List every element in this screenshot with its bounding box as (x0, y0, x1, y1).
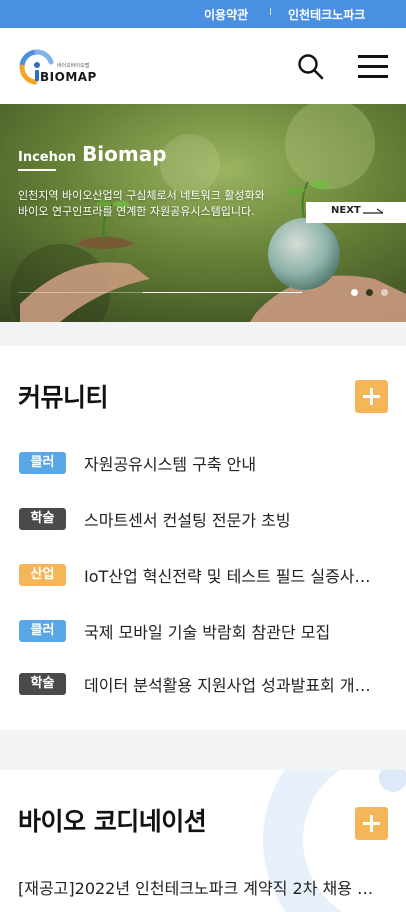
hamburger-menu-button[interactable] (356, 54, 390, 80)
hamburger-line (358, 75, 388, 78)
coordination-title: 바이오 코디네이션 (18, 807, 207, 836)
topbar-separator: I (269, 7, 272, 18)
logo-caption: 바이오바이오맵 (57, 63, 90, 69)
category-badge: 학술 (19, 673, 66, 695)
terms-link[interactable]: 이용약관 (204, 6, 248, 23)
site-header: 바이오바이오맵 BIOMAP (0, 28, 406, 104)
post-title[interactable]: 국제 모바일 기술 박람회 참관단 모집 (84, 619, 384, 643)
category-badge: 산업 (19, 564, 66, 586)
search-icon (298, 54, 324, 80)
post-title[interactable]: IoT산업 혁신전략 및 테스트 필드 실증사업 안내 (84, 563, 384, 587)
arrow-right-icon (363, 208, 384, 214)
top-utility-bar: 이용약관 I 인천테크노파크 (0, 0, 406, 28)
banner-title-underline (18, 169, 56, 171)
banner-dot[interactable] (351, 289, 358, 296)
plus-icon-vertical (370, 388, 373, 405)
plus-icon-vertical (370, 815, 373, 832)
logo-wordmark: BIOMAP (40, 70, 97, 84)
category-badge: 클러 (19, 452, 66, 474)
community-more-button[interactable] (355, 380, 388, 413)
banner-title-prefix: Incehon (18, 150, 77, 165)
banner-progress-fill (143, 292, 302, 293)
banner-next-button[interactable]: NEXT (306, 202, 406, 223)
post-title[interactable]: 스마트센서 컨설팅 전문가 초빙 (84, 507, 384, 531)
category-badge: 학술 (19, 508, 66, 530)
list-item[interactable]: 클러 자원공유시스템 구축 안내 (0, 446, 406, 480)
search-button[interactable] (296, 52, 326, 82)
hamburger-menu-icon (358, 55, 388, 58)
category-badge: 클러 (19, 620, 66, 642)
section-divider (0, 322, 406, 346)
community-section: 커뮤니티 클러 자원공유시스템 구축 안내 학술 스마트센서 컨설팅 전문가 초… (0, 346, 406, 730)
coordination-more-button[interactable] (355, 807, 388, 840)
hamburger-line (358, 65, 388, 68)
post-title[interactable]: 데이터 분석활용 지원사업 성과발표회 개최 안내 (84, 672, 384, 696)
banner-progress-track (18, 292, 302, 293)
list-item[interactable]: 학술 데이터 분석활용 지원사업 성과발표회 개최 안내 (0, 667, 406, 701)
community-title: 커뮤니티 (18, 383, 109, 412)
post-title[interactable]: 자원공유시스템 구축 안내 (84, 451, 384, 475)
list-item[interactable]: 학술 스마트센서 컨설팅 전문가 초빙 (0, 502, 406, 536)
technopark-link[interactable]: 인천테크노파크 (288, 6, 365, 23)
list-item[interactable]: 클러 국제 모바일 기술 박람회 참관단 모집 (0, 614, 406, 648)
notice-item[interactable]: [재공고]2022년 인천테크노파크 계약직 2차 채용 공고 (18, 875, 380, 899)
bio-coordination-section: 바이오 코디네이션 [재공고]2022년 인천테크노파크 계약직 2차 채용 공… (0, 770, 406, 912)
biomap-logo[interactable]: 바이오바이오맵 BIOMAP (18, 48, 98, 88)
banner-title: Incehon Biomap (18, 142, 167, 166)
banner-dot[interactable] (366, 289, 373, 296)
banner-dot[interactable] (381, 289, 388, 296)
list-item[interactable]: 산업 IoT산업 혁신전략 및 테스트 필드 실증사업 안내 (0, 558, 406, 592)
banner-description: 인천지역 바이오산업의 구심체로서 네트워크 활성화와 바이오 연구인프라를 연… (18, 189, 265, 218)
banner-next-label: NEXT (331, 205, 361, 216)
section-divider (0, 730, 406, 770)
banner-title-main: Biomap (82, 142, 167, 166)
hero-banner[interactable]: Incehon Biomap 인천지역 바이오산업의 구심체로서 네트워크 활성화… (0, 104, 406, 322)
